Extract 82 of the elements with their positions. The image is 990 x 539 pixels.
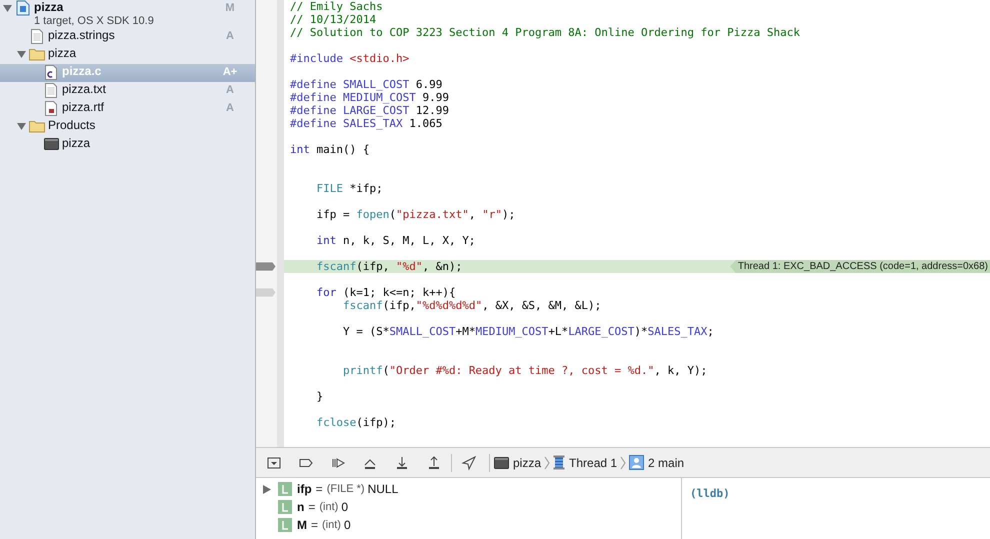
code-line: int main() { <box>289 143 370 156</box>
variable-value: NULL <box>368 481 398 498</box>
variable-name: n <box>297 499 304 516</box>
spool-icon <box>553 455 566 470</box>
code-line: } <box>315 390 324 403</box>
disclosure-triangle-icon[interactable] <box>17 122 26 130</box>
navigator-item[interactable]: pizza <box>0 136 255 154</box>
code-line: fscanf(ifp, "%d", &n); <box>315 260 462 273</box>
navigator-item[interactable]: pizza <box>0 46 255 64</box>
status-label: A <box>225 101 235 116</box>
console[interactable]: (lldb) <box>682 478 990 539</box>
status-label: A <box>225 29 235 44</box>
code-line: // Solution to COP 3223 Section 4 Program 8A: Online Ordering for Pizza Shack <box>289 26 800 39</box>
code-line: printf("Order #%d: Ready at time ?, cost = %d.", k, Y); <box>342 364 708 377</box>
variable-name: ifp <box>297 481 312 498</box>
chevron-icon <box>544 456 550 470</box>
breadcrumb-item[interactable]: Thread 1 <box>553 454 618 472</box>
variable-name: M <box>297 517 307 534</box>
item-subtitle: 1 target, OS X SDK 10.9 <box>34 14 155 28</box>
equals-sign: = <box>311 517 318 534</box>
error-annotation[interactable]: Thread 1: EXC_BAD_ACCESS (code=1, address=0x68) <box>730 260 990 273</box>
variable-row[interactable]: M = (int) 0 <box>256 516 681 534</box>
code-line: #include <stdio.h> <box>289 52 410 65</box>
equals-sign: = <box>308 499 316 516</box>
variable-value: 0 <box>344 517 351 534</box>
folder-icon <box>29 48 45 60</box>
navigator-item[interactable]: Products <box>0 118 255 136</box>
disclosure-triangle-icon[interactable] <box>3 4 12 12</box>
variable-row[interactable]: n = (int) 0 <box>256 498 681 516</box>
code-line: Y = (S*SMALL_COST+M*MEDIUM_COST+L*LARGE_COST)*SALES_TAX; <box>342 325 714 338</box>
code-line: fscanf(ifp,"%d%d%d%d", &X, &S, &M, &L); <box>342 299 602 312</box>
status-label: A <box>225 83 235 98</box>
code-line: for (k=1; k<=n; k++){ <box>315 286 456 299</box>
breadcrumb-item[interactable]: 2 main <box>629 454 684 472</box>
variable-value: 0 <box>341 499 348 516</box>
local-variable-icon <box>278 500 292 514</box>
person-icon <box>629 455 644 470</box>
code-line: ifp = fopen("pizza.txt", "r"); <box>315 208 516 221</box>
code-line: int n, k, S, M, L, X, Y; <box>315 234 476 247</box>
code-line: #define LARGE_COST 12.99 <box>289 104 449 117</box>
disclosure-triangle-icon[interactable] <box>263 484 271 494</box>
code-line: #define MEDIUM_COST 9.99 <box>289 91 449 104</box>
local-variable-icon <box>278 482 292 496</box>
instruction-pointer-icon[interactable] <box>256 261 277 272</box>
terminal-icon <box>494 456 509 468</box>
status-label: A+ <box>222 65 238 80</box>
console-prompt: (lldb) <box>690 487 730 500</box>
navigator-item[interactable]: pizza.strings A <box>0 28 255 46</box>
frame-marker-icon[interactable] <box>256 287 277 298</box>
code-line: fclose(ifp); <box>315 416 396 429</box>
navigator-item[interactable]: pizza 1 target, OS X SDK 10.9 M <box>0 0 255 28</box>
status-label: M <box>224 1 236 16</box>
code-line: // 10/13/2014 <box>289 13 376 26</box>
navigator-item[interactable]: pizza.rtf A <box>0 100 255 118</box>
chevron-icon <box>620 456 626 470</box>
folder-icon <box>29 120 45 132</box>
code-line: FILE *ifp; <box>315 182 383 195</box>
equals-sign: = <box>316 481 323 498</box>
disclosure-triangle-icon[interactable] <box>17 50 26 58</box>
terminal-icon <box>44 138 58 150</box>
variable-row[interactable]: ifp = (FILE *) NULL <box>256 480 681 498</box>
c-file-icon <box>45 64 57 80</box>
item-label: pizza.c <box>62 64 102 78</box>
item-label: pizza <box>48 46 78 60</box>
item-label: pizza <box>62 136 92 150</box>
code-line: #define SALES_TAX 1.065 <box>289 117 442 130</box>
document-icon <box>45 82 57 98</box>
code-line: // Emily Sachs <box>289 0 383 13</box>
breadcrumb-item[interactable]: pizza <box>494 454 542 472</box>
item-label: pizza.txt <box>62 82 108 96</box>
code-line: #define SMALL_COST 6.99 <box>289 78 442 91</box>
item-label: pizza.rtf <box>62 100 106 114</box>
document-icon <box>31 28 43 44</box>
variable-type: (int) <box>322 518 341 533</box>
local-variable-icon <box>278 518 292 532</box>
variable-type: (FILE *) <box>326 482 365 497</box>
document-icon <box>45 100 57 116</box>
variable-type: (int) <box>319 500 338 515</box>
navigator-item[interactable]: pizza.txt A <box>0 82 255 100</box>
item-label: pizza <box>34 0 64 14</box>
item-label: Products <box>48 118 96 132</box>
item-label: pizza.strings <box>48 28 116 42</box>
